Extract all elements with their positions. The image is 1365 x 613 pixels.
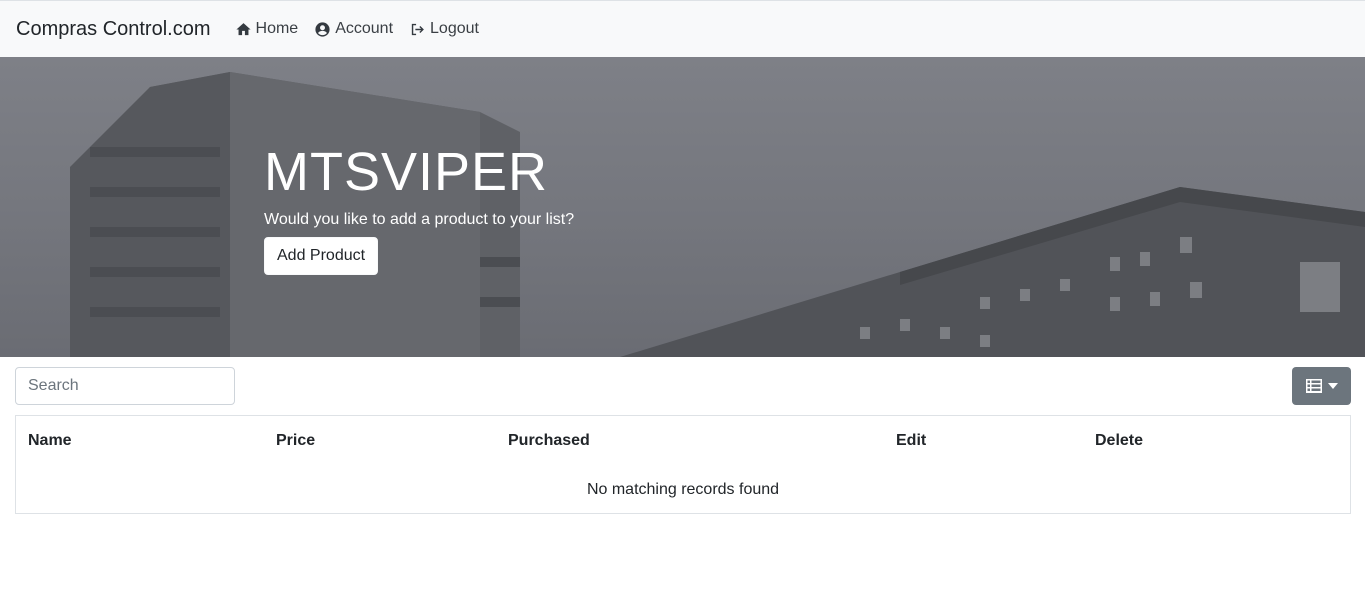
caret-down-icon	[1327, 383, 1338, 389]
hero-banner: MTSVIPER Would you like to add a product…	[0, 57, 1365, 357]
hero-subtitle: Would you like to add a product to your …	[264, 211, 575, 228]
hero-content: MTSVIPER Would you like to add a product…	[264, 141, 574, 275]
column-header-purchased[interactable]: Purchased	[508, 432, 590, 450]
columns-toggle-button[interactable]	[1292, 367, 1351, 405]
logout-icon	[411, 23, 424, 35]
brand[interactable]: Compras Control.com	[16, 18, 211, 41]
user-circle-icon	[315, 21, 330, 37]
nav-logout-label: Logout	[430, 20, 479, 37]
search-input[interactable]	[15, 367, 235, 405]
add-product-button[interactable]: Add Product	[264, 237, 379, 275]
list-icon	[1305, 379, 1322, 393]
products-table: Name Price Purchased Edit Delete No matc…	[15, 415, 1351, 514]
navbar: Compras Control.com Home Account Logout	[0, 0, 1365, 57]
nav-home-label: Home	[255, 20, 299, 37]
hero-background-image	[70, 72, 1365, 357]
nav-account[interactable]: Account	[314, 20, 393, 38]
nav-home[interactable]: Home	[235, 20, 299, 38]
home-icon	[235, 22, 251, 35]
nav-logout[interactable]: Logout	[409, 20, 479, 38]
column-header-name[interactable]: Name	[28, 432, 72, 450]
nav-account-label: Account	[335, 20, 394, 37]
column-header-delete[interactable]: Delete	[1095, 432, 1143, 450]
hero-title: MTSVIPER	[264, 142, 549, 202]
column-header-price[interactable]: Price	[276, 432, 315, 450]
empty-message: No matching records found	[586, 481, 780, 498]
column-header-edit[interactable]: Edit	[896, 432, 926, 450]
